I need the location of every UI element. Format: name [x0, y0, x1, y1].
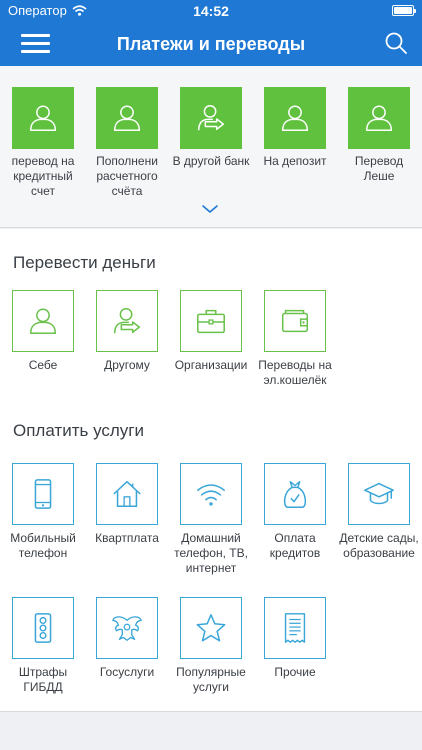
quick-action-label: Пополнени расчетного счёта: [96, 154, 158, 198]
quick-action-label: перевод на кредитный счет: [11, 154, 75, 198]
service-gosuslugi[interactable]: Госуслуги: [87, 597, 167, 680]
tile-icon-box: [180, 597, 242, 659]
quick-action-label: На депозит: [263, 154, 327, 168]
money-bag-icon: [283, 481, 307, 508]
quick-action-icon-box: [348, 87, 410, 149]
traffic-light-icon: [34, 613, 52, 643]
tile-label: Штрафы ГИБДД: [18, 665, 68, 694]
phone-icon: [34, 479, 52, 509]
tile-icon-box: [12, 290, 74, 352]
tile-label: Себе: [28, 358, 58, 372]
quick-action-icon-box: [180, 87, 242, 149]
status-time: 14:52: [193, 3, 229, 19]
service-popular[interactable]: Популярные услуги: [171, 597, 251, 695]
status-bar: Оператор 14:52: [0, 0, 422, 22]
wallet-icon: [281, 309, 309, 333]
tile-icon-box: [180, 463, 242, 525]
page-title: Платежи и переводы: [116, 34, 306, 54]
person-icon: [29, 308, 57, 335]
search-icon[interactable]: [384, 31, 408, 55]
quick-action-top-up-account[interactable]: Пополнени расчетного счёта: [88, 87, 166, 199]
tile-icon-box: [348, 463, 410, 525]
service-kindergarten-education[interactable]: Детские сады, образование: [339, 463, 419, 561]
service-other[interactable]: Прочие: [255, 597, 335, 680]
tile-label: Переводы на эл.кошелёк: [258, 358, 332, 387]
quick-action-label: В другой банк: [172, 154, 250, 168]
transfer-self[interactable]: Себе: [3, 290, 83, 373]
person-icon: [365, 105, 393, 132]
tile-icon-box: [264, 597, 326, 659]
tile-label: Квартплата: [95, 531, 159, 545]
tile-icon-box: [264, 463, 326, 525]
quick-action-credit-account[interactable]: перевод на кредитный счет: [4, 87, 82, 199]
quick-action-other-bank[interactable]: В другой банк: [172, 87, 250, 169]
person-icon: [29, 105, 57, 132]
tile-label: Другому: [104, 358, 150, 372]
tile-label: Детские сады, образование: [339, 531, 419, 560]
transfer-icon: [197, 104, 225, 131]
tile-label: Домашний телефон, ТВ, интернет: [174, 531, 248, 575]
tile-label: Организации: [174, 358, 248, 372]
transfer-other-person[interactable]: Другому: [87, 290, 167, 373]
tile-icon-box: [264, 290, 326, 352]
battery-icon: [392, 5, 416, 16]
quick-actions-panel: перевод на кредитный счет Пополнени расч…: [0, 66, 422, 228]
graduation-cap-icon: [364, 482, 394, 505]
quick-action-icon-box: [12, 87, 74, 149]
briefcase-icon: [197, 309, 225, 334]
tile-icon-box: [96, 597, 158, 659]
chevron-down-icon[interactable]: [201, 203, 219, 215]
quick-action-icon-box: [96, 87, 158, 149]
wifi-icon: [197, 484, 225, 506]
tile-icon-box: [12, 597, 74, 659]
tile-label: Мобильный телефон: [10, 531, 76, 560]
emblem-icon: [112, 616, 142, 641]
quick-action-label: Перевод Леше: [354, 154, 404, 183]
person-icon: [113, 105, 141, 132]
service-home-phone-tv-internet[interactable]: Домашний телефон, ТВ, интернет: [171, 463, 251, 576]
quick-action-icon-box: [264, 87, 326, 149]
transfer-organization[interactable]: Организации: [171, 290, 251, 373]
nav-bar: Платежи и переводы: [0, 22, 422, 66]
person-icon: [281, 105, 309, 132]
transfer-icon: [113, 307, 141, 334]
service-mobile-phone[interactable]: Мобильный телефон: [3, 463, 83, 561]
service-rent[interactable]: Квартплата: [87, 463, 167, 546]
tile-icon-box: [180, 290, 242, 352]
transfer-e-wallet[interactable]: Переводы на эл.кошелёк: [255, 290, 335, 388]
star-icon: [196, 614, 226, 642]
quick-action-deposit[interactable]: На депозит: [256, 87, 334, 169]
receipt-icon: [284, 613, 306, 643]
tile-label: Прочие: [274, 665, 316, 679]
service-loan-payment[interactable]: Оплата кредитов: [255, 463, 335, 561]
tile-icon-box: [96, 290, 158, 352]
tile-label: Госуслуги: [99, 665, 155, 679]
service-traffic-fines[interactable]: Штрафы ГИБДД: [3, 597, 83, 695]
house-icon: [113, 480, 141, 508]
quick-action-transfer-lesha[interactable]: Перевод Леше: [340, 87, 418, 184]
main-content: Перевести деньги Себе Другому Организаци…: [0, 229, 422, 712]
transfer-section-title: Перевести деньги: [13, 253, 156, 272]
services-section-title: Оплатить услуги: [13, 421, 145, 440]
tile-label: Оплата кредитов: [269, 531, 321, 560]
tile-icon-box: [12, 463, 74, 525]
tile-icon-box: [96, 463, 158, 525]
tile-label: Популярные услуги: [176, 665, 246, 694]
